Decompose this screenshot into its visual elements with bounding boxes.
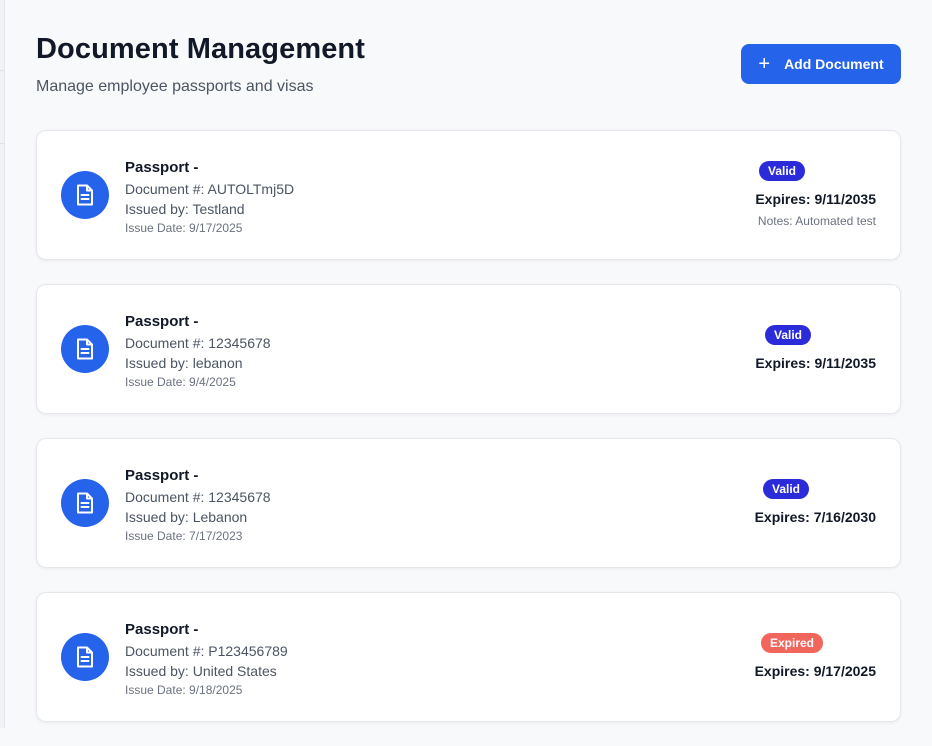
issued-by: Issued by: United States: [125, 663, 277, 679]
sidebar-divider: [0, 143, 4, 144]
status-badge: Valid: [764, 325, 811, 345]
issued-by: Issued by: lebanon: [125, 355, 243, 371]
sidebar-divider: [0, 70, 4, 71]
issue-date: Issue Date: 7/17/2023: [125, 529, 243, 543]
issue-date: Issue Date: 9/17/2025: [125, 221, 243, 235]
document-list: Passport - Document #: AUTOLTmj5D Issued…: [36, 130, 901, 746]
document-icon: [61, 479, 109, 527]
document-icon: [61, 633, 109, 681]
document-notes: Notes: Automated test: [757, 214, 876, 228]
document-card[interactable]: Passport - Document #: AUTOLTmj5D Issued…: [36, 130, 901, 260]
plus-icon: +: [758, 53, 771, 75]
page-title: Document Management: [36, 33, 365, 65]
document-type: Passport -: [125, 621, 199, 638]
main-content: Document Management Manage employee pass…: [36, 0, 901, 728]
document-status: Valid Expires: 9/11/2035 Notes: Automate…: [755, 161, 876, 229]
page-header: Document Management Manage employee pass…: [36, 0, 901, 130]
document-card[interactable]: Passport - Document #: P123456789 Issued…: [36, 592, 901, 722]
issued-by: Issued by: Lebanon: [125, 509, 248, 525]
document-number: Document #: P123456789: [125, 643, 288, 659]
document-card[interactable]: Passport - Document #: 12345678 Issued b…: [36, 438, 901, 568]
document-card[interactable]: Passport - Document #: 12345678 Issued b…: [36, 284, 901, 414]
document-info: Passport - Document #: AUTOLTmj5D Issued…: [125, 158, 294, 237]
document-icon: [61, 325, 109, 373]
status-badge: Valid: [762, 479, 809, 499]
add-document-label: Add Document: [784, 56, 884, 72]
expiry-date: Expires: 9/17/2025: [754, 663, 876, 679]
sidebar-edge: [0, 0, 5, 728]
document-type: Passport -: [125, 467, 199, 484]
document-icon: [61, 171, 109, 219]
document-status: Expired Expires: 9/17/2025: [755, 633, 876, 681]
issue-date: Issue Date: 9/18/2025: [125, 683, 243, 697]
document-status: Valid Expires: 9/11/2035: [755, 325, 876, 373]
status-badge: Valid: [758, 161, 805, 181]
document-info: Passport - Document #: 12345678 Issued b…: [125, 312, 271, 391]
document-number: Document #: 12345678: [125, 335, 271, 351]
document-info: Passport - Document #: 12345678 Issued b…: [125, 466, 271, 545]
document-number: Document #: AUTOLTmj5D: [125, 181, 295, 197]
add-document-button[interactable]: + Add Document: [741, 44, 901, 84]
expiry-date: Expires: 9/11/2035: [755, 355, 876, 371]
page-subtitle: Manage employee passports and visas: [36, 78, 314, 95]
issued-by: Issued by: Testland: [125, 201, 245, 217]
document-type: Passport -: [125, 313, 199, 330]
document-status: Valid Expires: 7/16/2030: [755, 479, 876, 527]
expiry-date: Expires: 9/11/2035: [755, 191, 876, 207]
issue-date: Issue Date: 9/4/2025: [125, 375, 236, 389]
expiry-date: Expires: 7/16/2030: [754, 509, 876, 525]
document-number: Document #: 12345678: [125, 489, 271, 505]
document-info: Passport - Document #: P123456789 Issued…: [125, 620, 288, 699]
document-type: Passport -: [125, 159, 199, 176]
status-badge: Expired: [760, 633, 823, 653]
